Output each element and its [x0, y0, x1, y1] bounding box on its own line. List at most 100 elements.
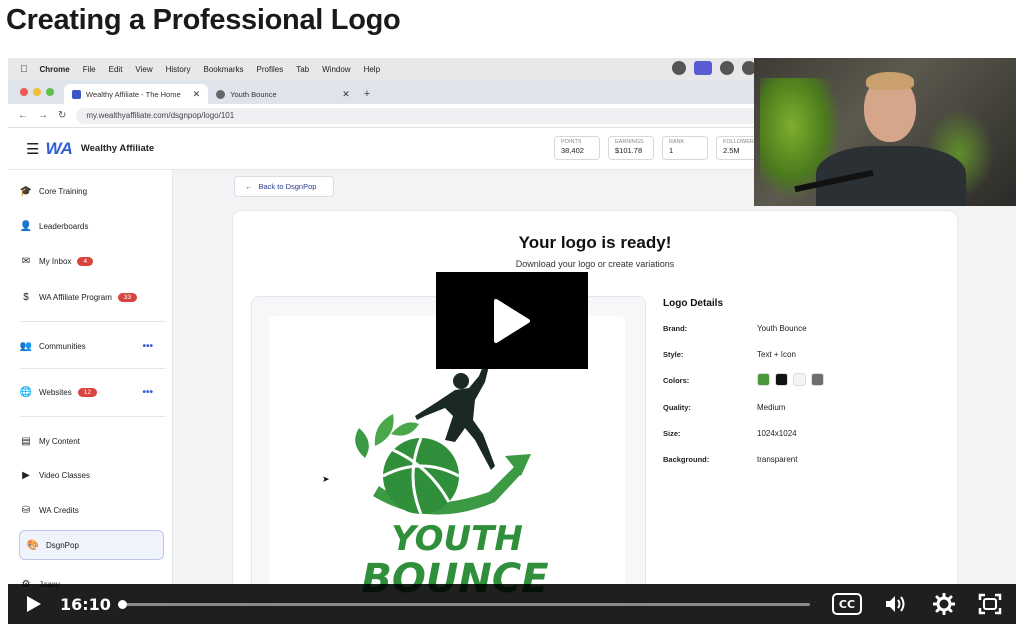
more-options-icon[interactable]: ••• — [142, 387, 153, 398]
brand-name[interactable]: Wealthy Affiliate — [81, 143, 154, 154]
menu-chrome[interactable]: Chrome — [40, 65, 70, 74]
result-subheading: Download your logo or create variations — [515, 259, 675, 269]
menu-profiles[interactable]: Profiles — [257, 65, 284, 74]
detail-key: Size: — [663, 429, 681, 438]
stat-value: 38,402 — [561, 146, 584, 155]
play-icon — [494, 298, 530, 343]
more-options-icon[interactable]: ••• — [142, 341, 153, 352]
menu-file[interactable]: File — [83, 65, 96, 74]
stat-label: FOLLOWERS — [723, 139, 758, 145]
menu-bookmarks[interactable]: Bookmarks — [204, 65, 244, 74]
presenter-hair — [866, 72, 914, 90]
video-player[interactable]:  Chrome File Edit View History Bookmark… — [8, 58, 1016, 624]
progress-knob[interactable] — [118, 600, 127, 609]
sidebar-item-label: Core Training — [39, 186, 88, 196]
tab-wealthy-affiliate[interactable]: Wealthy Affiliate - The Home ✕ — [64, 84, 209, 104]
current-time: 16:10 — [60, 594, 111, 614]
back-to-dsgnpop-button[interactable]: ← Back to DsgnPop — [234, 176, 334, 197]
fullscreen-button[interactable] — [978, 592, 1002, 616]
detail-value: 1024x1024 — [757, 429, 797, 438]
minimize-window-icon[interactable] — [33, 88, 41, 96]
result-heading: Your logo is ready! — [518, 233, 672, 252]
detail-key: Colors: — [663, 376, 690, 385]
wa-logo[interactable]: WA — [45, 139, 72, 159]
websites-count-badge: 12 — [77, 387, 97, 397]
sidebar-item-label: Video Classes — [39, 470, 90, 480]
color-swatch[interactable] — [775, 373, 788, 386]
menu-tab[interactable]: Tab — [296, 65, 309, 74]
menu-help[interactable]: Help — [364, 65, 380, 74]
affiliate-count-badge: 33 — [117, 292, 138, 302]
sidebar-item-my-content[interactable]: ▤ My Content — [20, 426, 165, 456]
sidebar-item-inbox[interactable]: ✉ My Inbox 4 — [20, 246, 165, 276]
tab-youth-bounce[interactable]: Youth Bounce ✕ — [208, 84, 358, 104]
menu-window[interactable]: Window — [322, 65, 350, 74]
play-overlay-button[interactable] — [436, 272, 588, 369]
fullscreen-icon — [978, 593, 1002, 615]
progress-bar[interactable] — [118, 600, 810, 609]
detail-key: Quality: — [663, 403, 691, 412]
tab-label: Youth Bounce — [230, 89, 277, 99]
back-arrow-icon[interactable]: ← — [18, 110, 28, 121]
divider — [20, 368, 165, 369]
sidebar-item-label: WA Credits — [39, 505, 79, 515]
settings-icon[interactable] — [720, 61, 734, 75]
sidebar-item-leaderboards[interactable]: 👤 Leaderboards — [20, 211, 165, 241]
menu-history[interactable]: History — [166, 65, 191, 74]
close-tab-icon[interactable]: ✕ — [193, 89, 201, 100]
status-icon[interactable] — [672, 61, 686, 75]
volume-button[interactable] — [884, 592, 908, 616]
sidebar-item-label: My Inbox — [39, 256, 72, 266]
player-controls: 16:10 CC — [8, 584, 1016, 624]
inbox-count-badge: 4 — [77, 256, 94, 266]
stat-value: 1 — [669, 146, 674, 155]
stat-rank[interactable]: RANK 1 — [662, 136, 708, 160]
gear-icon — [933, 593, 955, 615]
sidebar-item-wa-credits[interactable]: ⛁ WA Credits — [20, 495, 165, 525]
globe-icon: 🌐 — [19, 386, 33, 398]
detail-key: Brand: — [663, 324, 688, 333]
settings-button[interactable] — [932, 592, 956, 616]
sidebar-item-video-classes[interactable]: ▶ Video Classes — [20, 460, 165, 490]
sidebar: 🎓 Core Training 👤 Leaderboards ✉ My Inbo… — [8, 170, 173, 624]
reload-icon[interactable]: ↻ — [58, 110, 66, 121]
color-swatch[interactable] — [757, 373, 770, 386]
sidebar-item-dsgnpop[interactable]: 🎨 DsgnPop — [19, 530, 164, 560]
color-swatch[interactable] — [811, 373, 824, 386]
sidebar-item-affiliate-program[interactable]: $ WA Affiliate Program 33 — [20, 282, 165, 312]
stat-label: POINTS — [561, 139, 582, 145]
maximize-window-icon[interactable] — [46, 88, 54, 96]
user-icon: 👤 — [19, 220, 33, 232]
menu-edit[interactable]: Edit — [109, 65, 123, 74]
color-swatch[interactable] — [793, 373, 806, 386]
palette-icon: 🎨 — [26, 539, 40, 551]
detail-value: transparent — [757, 455, 798, 464]
close-window-icon[interactable] — [20, 88, 28, 96]
stat-points[interactable]: POINTS 38,402 — [554, 136, 600, 160]
close-tab-icon[interactable]: ✕ — [342, 89, 350, 100]
stat-earnings[interactable]: EARNINGS $101.78 — [608, 136, 654, 160]
closed-captions-button[interactable]: CC — [832, 593, 862, 615]
sidebar-item-label: DsgnPop — [46, 540, 79, 550]
sidebar-item-core-training[interactable]: 🎓 Core Training — [20, 176, 165, 206]
menu-view[interactable]: View — [135, 65, 152, 74]
play-button[interactable] — [24, 594, 44, 614]
sidebar-item-websites[interactable]: 🌐 Websites 12 ••• — [20, 377, 165, 407]
detail-key: Background: — [663, 455, 710, 464]
sidebar-item-label: Leaderboards — [39, 221, 89, 231]
hamburger-menu-icon[interactable]: ☰ — [26, 140, 39, 158]
logo-details-title: Logo Details — [663, 298, 724, 309]
sidebar-item-communities[interactable]: 👥 Communities ••• — [20, 331, 165, 361]
divider — [20, 416, 165, 417]
stat-value: 2.5M — [723, 146, 740, 155]
apple-icon[interactable]:  — [20, 64, 28, 75]
logo-result-card: Your logo is ready! Download your logo o… — [232, 210, 958, 624]
forward-arrow-icon[interactable]: → — [38, 110, 48, 121]
webcam-overlay — [754, 58, 1016, 206]
screen-icon[interactable] — [694, 61, 712, 75]
detail-key: Style: — [663, 350, 684, 359]
divider — [20, 321, 165, 322]
play-icon — [27, 596, 41, 612]
credits-icon: ⛁ — [21, 504, 31, 516]
new-tab-icon[interactable]: + — [364, 88, 370, 100]
